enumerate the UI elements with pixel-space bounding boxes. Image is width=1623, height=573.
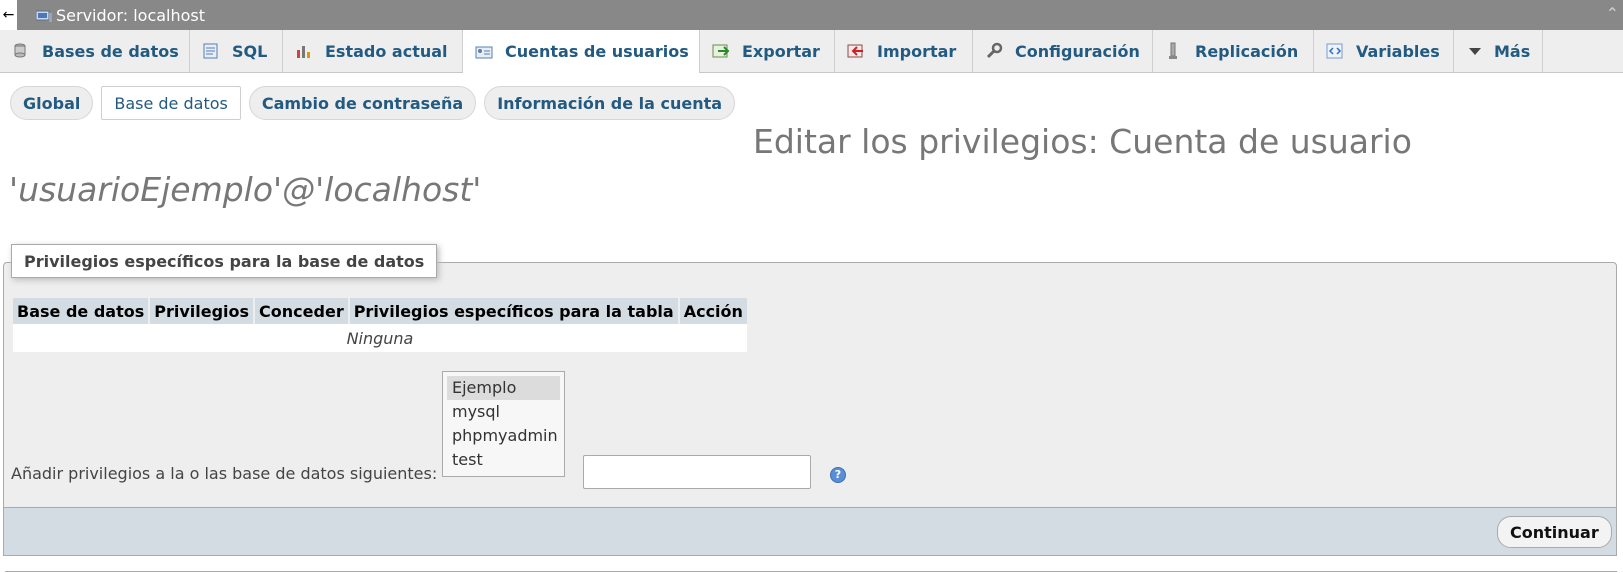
tab-label: Estado actual [325,41,448,61]
sql-icon [202,42,220,60]
variables-icon [1326,42,1344,60]
subtab-label: Cambio de contraseña [261,93,464,113]
tab-label: SQL [232,41,268,61]
import-icon [847,42,865,60]
help-icon[interactable]: ? [830,467,846,483]
collapse-up-icon[interactable]: ⌃ [1606,4,1619,23]
tab-label: Replicación [1195,41,1299,61]
back-arrow-icon[interactable]: ← [0,0,17,30]
column-header: Conceder [255,298,348,324]
server-bar: ← Servidor: localhost ⌃ [0,0,1623,30]
column-header: Privilegios específicos para la tabla [349,298,678,324]
page-title: Editar los privilegios: Cuenta de usuari… [753,122,1412,161]
empty-row-text: Ninguna [13,324,747,352]
tab-label: Más [1494,41,1531,61]
wrench-icon [985,42,1003,60]
tab-mas[interactable]: Más [1454,30,1543,72]
tab-variables[interactable]: Variables [1314,30,1454,72]
main-tabs: Bases de datos SQL Estado actual Cuentas… [0,30,1623,73]
subtab-label: Base de datos [114,93,228,113]
tab-label: Importar [877,41,957,61]
subtab-informacion-de-la-cuenta[interactable]: Información de la cuenta [484,86,736,120]
tab-cuentas-de-usuarios[interactable]: Cuentas de usuarios [463,30,700,73]
triangle-down-icon [1466,42,1484,60]
tab-configuracion[interactable]: Configuración [973,30,1153,72]
tab-estado-actual[interactable]: Estado actual [283,30,463,72]
subtab-label: Información de la cuenta [497,93,723,113]
tab-bases-de-datos[interactable]: Bases de datos [0,30,190,72]
tab-label: Variables [1356,41,1440,61]
fieldset-legend: Privilegios específicos para la base de … [11,244,438,278]
database-option[interactable]: mysql [447,400,560,424]
subtab-global[interactable]: Global [10,86,94,120]
database-option[interactable]: phpmyadmin [447,424,560,448]
database-select-list[interactable]: Ejemplo mysql phpmyadmin test [442,371,565,477]
server-title: Servidor: localhost [56,6,206,25]
status-icon [295,42,313,60]
privileges-table: Base de datos Privilegios Conceder Privi… [11,298,749,352]
tab-label: Bases de datos [42,41,179,61]
database-option[interactable]: test [447,448,560,472]
column-header: Privilegios [150,298,254,324]
subtab-cambio-de-contrasena[interactable]: Cambio de contraseña [248,86,477,120]
sub-tabs: Global Base de datos Cambio de contraseñ… [10,86,743,120]
column-header: Acción [679,298,747,324]
table-row: Ninguna [13,324,747,352]
database-icon [12,42,30,60]
replication-icon [1165,42,1183,60]
add-privileges-label: Añadir privilegios a la o las base de da… [11,464,438,483]
tab-label: Exportar [742,41,820,61]
tab-label: Cuentas de usuarios [505,42,689,61]
table-header-row: Base de datos Privilegios Conceder Privi… [13,298,747,324]
tab-exportar[interactable]: Exportar [700,30,835,72]
tab-label: Configuración [1015,41,1140,61]
subtab-label: Global [23,93,81,113]
subtab-base-de-datos[interactable]: Base de datos [101,86,241,120]
export-icon [712,42,730,60]
tab-importar[interactable]: Importar [835,30,973,72]
tab-sql[interactable]: SQL [190,30,283,72]
database-name-input[interactable] [583,455,811,489]
column-header: Base de datos [13,298,149,324]
tab-replicacion[interactable]: Replicación [1153,30,1314,72]
continue-button[interactable]: Continuar [1497,516,1612,548]
divider [5,571,1617,572]
server-icon [36,10,52,22]
database-option[interactable]: Ejemplo [447,376,560,400]
page-title-account: 'usuarioEjemplo'@'localhost' [9,170,482,209]
fieldset-footer [3,508,1617,556]
user-accounts-icon [475,43,493,61]
